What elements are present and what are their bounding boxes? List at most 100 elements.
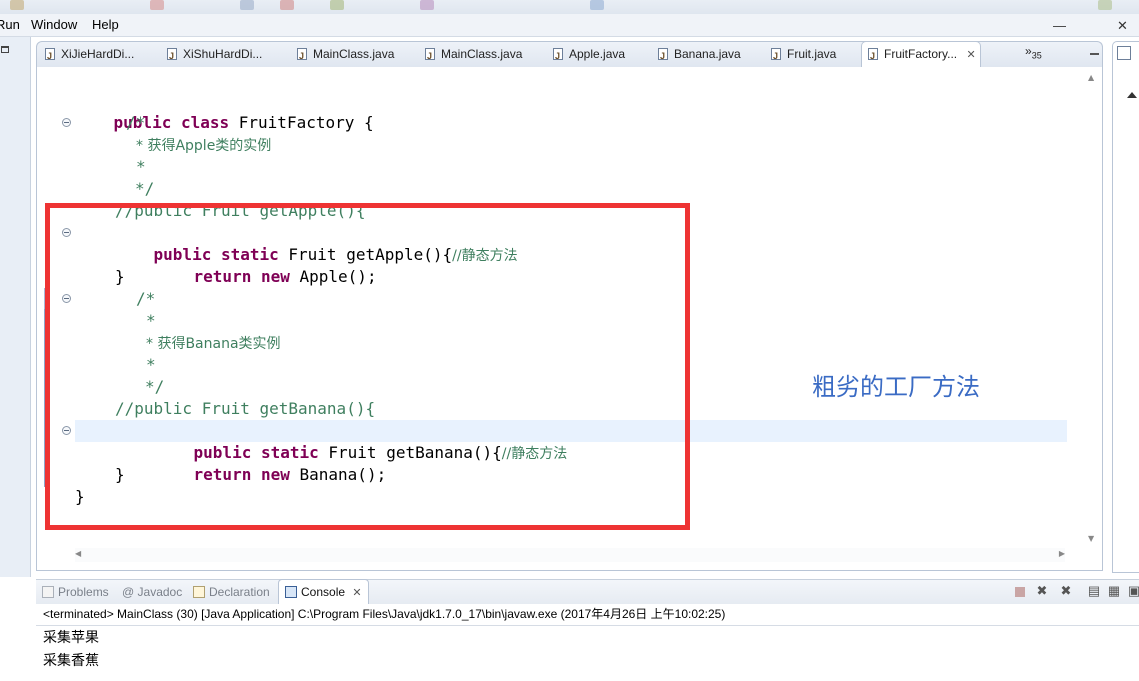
console-output-line: 采集香蕉 xyxy=(43,653,99,669)
code-line: //public Fruit getBanana(){ xyxy=(115,398,375,420)
code-line: /* xyxy=(126,112,145,134)
comment: //静态方法 xyxy=(452,248,518,264)
toolbar-icon[interactable] xyxy=(590,0,604,10)
overflow-chevron-icon: » xyxy=(1025,44,1032,58)
outline-icon[interactable] xyxy=(1117,46,1131,60)
tab-problems[interactable]: Problems xyxy=(42,580,109,604)
keyword: return xyxy=(193,465,252,484)
code-line: } xyxy=(115,464,125,486)
fold-toggle-icon[interactable] xyxy=(62,426,71,435)
toolbar-strip xyxy=(0,0,1139,14)
terminate-icon[interactable] xyxy=(1015,587,1025,597)
menu-run[interactable]: Run xyxy=(0,17,20,32)
code-line: } xyxy=(75,486,85,508)
console-tab-bar: Problems @ Javadoc Declaration Console ✕… xyxy=(36,579,1139,604)
editor-tab[interactable]: Banana.java xyxy=(652,42,766,68)
comment: */ xyxy=(145,377,165,396)
code-text: Banana(); xyxy=(289,465,387,484)
editor-ruler xyxy=(37,67,75,547)
java-file-icon xyxy=(553,44,563,68)
pin-console-icon[interactable]: ▣ xyxy=(1127,584,1139,598)
java-file-icon xyxy=(425,44,435,68)
menu-window[interactable]: Window xyxy=(31,17,77,32)
tab-console[interactable]: Console ✕ xyxy=(278,579,369,604)
overflow-count: 35 xyxy=(1031,50,1042,61)
comment: * 获得Apple类的实例 xyxy=(136,138,272,154)
comment: */ xyxy=(135,179,155,198)
code-line: * 获得Apple类的实例 xyxy=(136,134,271,156)
left-view-strip xyxy=(0,37,31,577)
tab-overflow-button[interactable]: »35 xyxy=(1025,44,1042,60)
tab-label: Console xyxy=(301,585,346,599)
code-line: * xyxy=(136,156,146,178)
toolbar-icon[interactable] xyxy=(150,0,164,10)
code-editor[interactable]: public class FruitFactory { /* * 获得Apple… xyxy=(36,67,1103,571)
toolbar-icon[interactable] xyxy=(420,0,434,10)
toolbar-icon[interactable] xyxy=(10,0,24,10)
editor-tab-label: MainClass.java xyxy=(313,47,395,61)
vertical-scrollbar[interactable]: ▲ ▼ xyxy=(1084,67,1102,547)
keyword: class xyxy=(180,113,230,132)
change-marker xyxy=(44,309,47,487)
code-line: */ xyxy=(135,178,154,200)
window-minimize-icon[interactable]: — xyxy=(1053,18,1066,33)
code-text: } xyxy=(75,487,85,506)
scroll-down-icon[interactable]: ▼ xyxy=(1088,534,1094,543)
comment: //public Fruit getBanana(){ xyxy=(115,399,376,418)
tab-javadoc[interactable]: @ Javadoc xyxy=(122,580,182,604)
toolbar-icon[interactable] xyxy=(240,0,254,10)
console-output-line: 采集苹果 xyxy=(43,630,99,646)
editor-tab-label: Apple.java xyxy=(569,47,626,61)
editor-tab-bar: XiJieHardDi... XiShuHardDi... MainClass.… xyxy=(36,41,1123,68)
tab-declaration[interactable]: Declaration xyxy=(193,580,270,604)
console-icon xyxy=(285,586,297,598)
change-marker xyxy=(44,288,49,309)
comment: * 获得Banana类实例 xyxy=(146,336,281,352)
declaration-icon xyxy=(193,586,205,598)
code-line: */ xyxy=(145,376,164,398)
comment: /* xyxy=(126,113,146,132)
editor-tab-active[interactable]: FruitFactory... ✕ xyxy=(861,41,981,68)
comment: * xyxy=(146,355,156,374)
code-line: public static Fruit getApple(){//静态方法 xyxy=(115,222,518,264)
remove-all-launches-icon[interactable]: ✖ xyxy=(1059,584,1073,598)
scroll-up-icon[interactable]: ▲ xyxy=(1088,73,1094,82)
code-text: } xyxy=(115,465,125,484)
editor-tab[interactable]: XiShuHardDi... xyxy=(161,42,291,68)
code-line: } xyxy=(115,266,125,288)
menu-help[interactable]: Help xyxy=(92,17,119,32)
scroll-left-icon[interactable]: ◀ xyxy=(75,549,81,558)
comment: //静态方法 xyxy=(501,446,568,462)
code-text: FruitFactory { xyxy=(229,113,374,132)
annotation-text: 粗劣的工厂方法 xyxy=(812,373,980,401)
editor-tab[interactable]: MainClass.java xyxy=(419,42,547,68)
toolbar-icon[interactable] xyxy=(280,0,294,10)
close-tab-icon[interactable]: ✕ xyxy=(966,49,975,61)
code-line: /* xyxy=(136,288,155,310)
keyword: new xyxy=(260,465,290,484)
fold-toggle-icon[interactable] xyxy=(62,228,71,237)
fold-toggle-icon[interactable] xyxy=(62,118,71,127)
editor-tab[interactable]: Fruit.java xyxy=(765,42,861,68)
window-close-icon[interactable]: ✕ xyxy=(1117,18,1128,34)
scroll-lock-icon[interactable]: ▦ xyxy=(1107,584,1121,598)
java-file-icon xyxy=(167,44,177,68)
remove-launch-icon[interactable]: ✖ xyxy=(1035,584,1049,598)
toolbar-icon[interactable] xyxy=(1098,0,1112,10)
editor-tab[interactable]: MainClass.java xyxy=(291,42,419,68)
minimize-editor-icon[interactable] xyxy=(1090,53,1099,55)
editor-tab[interactable]: Apple.java xyxy=(547,42,651,68)
scroll-right-icon[interactable]: ▶ xyxy=(1059,549,1065,558)
restore-view-icon[interactable] xyxy=(1,46,9,53)
code-line: * xyxy=(146,354,156,376)
horizontal-scrollbar[interactable]: ◀ ▶ xyxy=(75,548,1065,562)
keyword: new xyxy=(260,267,290,286)
editor-tab[interactable]: XiJieHardDi... xyxy=(39,42,163,68)
fold-toggle-icon[interactable] xyxy=(62,294,71,303)
close-tab-icon[interactable]: ✕ xyxy=(352,587,361,599)
toolbar-icon[interactable] xyxy=(330,0,344,10)
collapse-triangle-icon[interactable] xyxy=(1127,92,1137,98)
editor-tab-label: FruitFactory... xyxy=(884,47,958,61)
clear-console-icon[interactable]: ▤ xyxy=(1087,584,1101,598)
code-text: Apple(); xyxy=(289,267,377,286)
